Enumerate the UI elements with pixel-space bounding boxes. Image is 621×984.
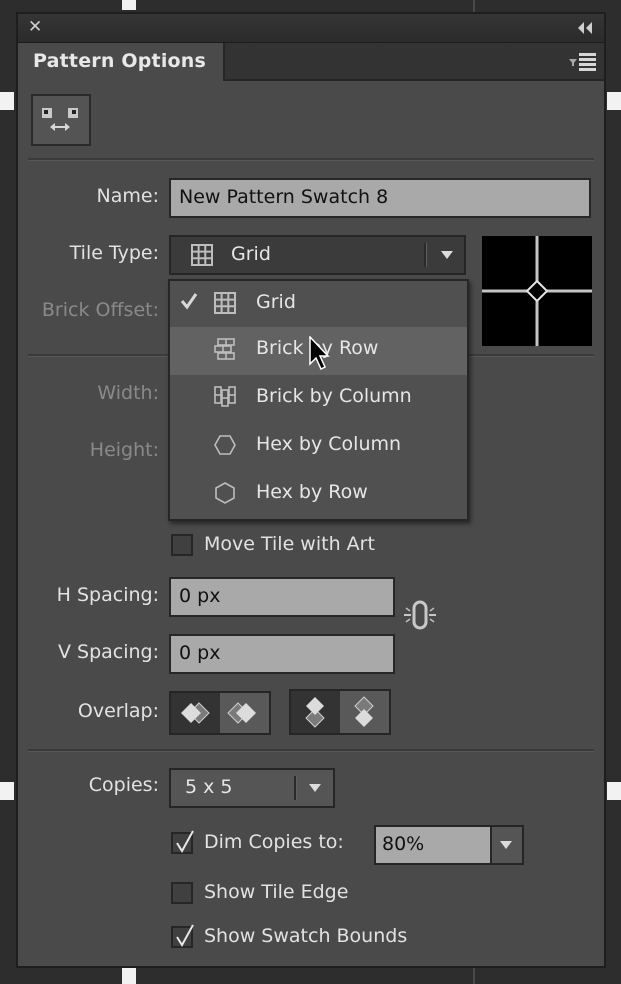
brick-offset-label: Brick Offset: (41, 299, 159, 321)
checkmark-icon (176, 924, 194, 947)
hex-by-row-icon (215, 482, 235, 504)
width-label: Width: (97, 382, 159, 404)
panel-titlebar[interactable]: ✕ (18, 14, 604, 43)
name-input[interactable]: New Pattern Swatch 8 (169, 178, 591, 218)
copies-label: Copies: (88, 774, 159, 796)
brick-by-column-icon (214, 386, 236, 407)
tile-type-menu: Grid Brick by Row Brick by Column Hex by… (168, 279, 469, 521)
double-chevron-left-icon[interactable] (576, 20, 596, 36)
hex-by-column-icon (214, 435, 236, 455)
menu-item-label: Hex by Column (256, 433, 402, 455)
menu-item-label: Brick by Row (256, 337, 379, 359)
dim-copies-checkbox[interactable] (171, 830, 194, 854)
overlap-label: Overlap: (77, 700, 159, 722)
tab-label: Pattern Options (33, 50, 207, 72)
panel-menu-icon[interactable] (566, 52, 598, 72)
close-icon[interactable]: ✕ (28, 18, 44, 36)
overlap-right-front-icon (227, 702, 256, 724)
canvas-bounding-handle (607, 92, 621, 110)
canvas-bounding-handle (122, 0, 136, 10)
overlap-left-front-icon (181, 702, 210, 724)
panel-tabbar: Pattern Options (18, 43, 604, 81)
show-tile-edge-label: Show Tile Edge (204, 881, 349, 903)
brick-by-row-icon (214, 338, 235, 360)
overlap-right-in-front-button[interactable] (220, 693, 269, 733)
section-divider (28, 158, 594, 161)
pattern-tile-tool-button[interactable] (31, 94, 91, 146)
show-tile-edge-checkbox[interactable] (171, 882, 193, 904)
show-swatch-bounds-checkbox[interactable] (171, 924, 194, 948)
overlap-top-in-front-button[interactable] (291, 691, 340, 733)
section-divider (28, 749, 594, 752)
canvas-guide-line (473, 0, 475, 12)
chevron-down-icon (500, 841, 512, 849)
dim-copies-dropdown[interactable]: 80% (374, 825, 524, 865)
overlap-left-in-front-button[interactable] (171, 693, 220, 733)
overlap-bottom-in-front-button[interactable] (340, 691, 389, 733)
move-tile-with-art-checkbox[interactable] (171, 534, 193, 556)
tile-type-label: Tile Type: (69, 242, 159, 264)
overlap-top-front-icon (305, 697, 325, 728)
overlap-bottom-front-icon (354, 696, 374, 727)
menu-item-hex-by-row[interactable]: Hex by Row (170, 471, 467, 519)
grid-icon (191, 244, 213, 266)
pattern-options-panel: ✕ Pattern Options Name: New Pattern Swat… (16, 12, 606, 968)
checkmark-icon (176, 830, 194, 853)
menu-item-brick-by-row[interactable]: Brick by Row (170, 327, 467, 375)
dropdown-separator (424, 243, 427, 267)
menu-item-label: Brick by Column (256, 385, 412, 407)
dim-copies-value: 80% (382, 833, 425, 855)
canvas-bounding-handle (0, 782, 14, 800)
h-spacing-label: H Spacing: (56, 584, 159, 606)
v-spacing-input[interactable]: 0 px (169, 634, 395, 674)
canvas-bounding-handle (122, 968, 136, 984)
height-label: Height: (89, 439, 159, 461)
tile-type-value: Grid (231, 243, 271, 265)
menu-item-brick-by-column[interactable]: Brick by Column (170, 375, 467, 423)
menu-item-label: Hex by Row (256, 481, 368, 503)
dropdown-separator (294, 776, 297, 800)
canvas-bounding-handle (607, 782, 621, 800)
menu-item-label: Grid (256, 291, 296, 313)
canvas-guide-line (473, 968, 475, 984)
chevron-down-icon (441, 251, 453, 259)
copies-dropdown[interactable]: 5 x 5 (169, 768, 335, 808)
menu-item-hex-by-column[interactable]: Hex by Column (170, 423, 467, 471)
canvas-bounding-handle (0, 92, 14, 110)
chevron-down-icon (309, 784, 321, 792)
dim-copies-label: Dim Copies to: (204, 831, 344, 853)
overlap-horizontal-group (169, 691, 271, 735)
tile-type-dropdown[interactable]: Grid (169, 235, 466, 275)
pattern-tile-tool-icon (42, 108, 78, 131)
copies-value: 5 x 5 (185, 776, 233, 798)
menu-item-grid[interactable]: Grid (170, 281, 467, 329)
move-tile-with-art-label: Move Tile with Art (204, 533, 375, 555)
unlinked-chain-icon[interactable] (402, 598, 438, 632)
name-label: Name: (96, 185, 159, 207)
grid-icon (214, 292, 236, 314)
h-spacing-input[interactable]: 0 px (169, 577, 395, 617)
checkmark-icon (180, 293, 198, 310)
overlap-vertical-group (289, 689, 391, 735)
tab-pattern-options[interactable]: Pattern Options (18, 43, 225, 81)
tile-preview (482, 236, 592, 346)
v-spacing-label: V Spacing: (57, 641, 159, 663)
show-swatch-bounds-label: Show Swatch Bounds (204, 925, 408, 947)
